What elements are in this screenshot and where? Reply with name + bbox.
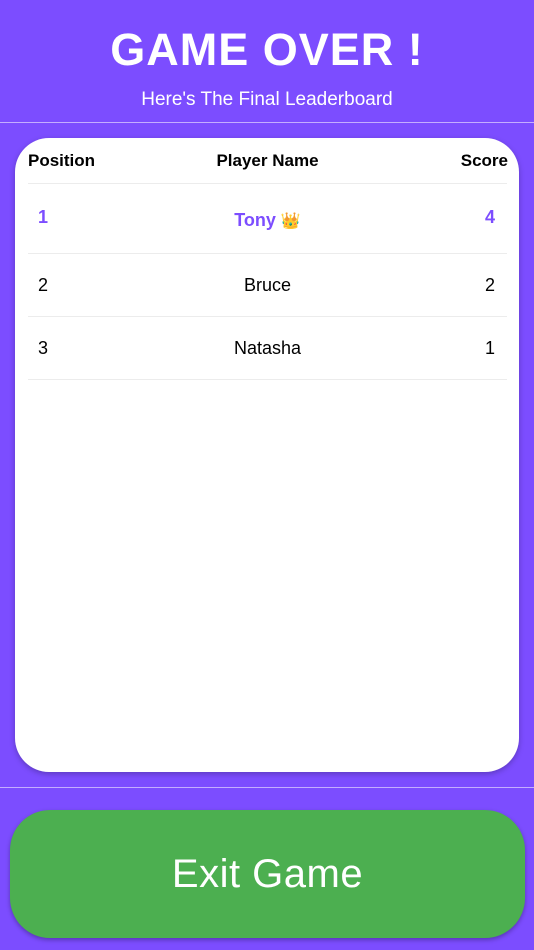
score-cell: 4: [484, 207, 495, 227]
leaderboard-card: Player Name Position Score Tony 👑 1 4 Br…: [15, 138, 519, 772]
leaderboard-row-winner: Tony 👑 1 4: [28, 184, 507, 254]
crown-icon: 👑: [280, 213, 301, 230]
position-cell: 3: [38, 338, 49, 358]
header-divider: [0, 122, 534, 123]
page-title: GAME OVER !: [110, 24, 424, 75]
player-name-cell: Natasha: [233, 338, 302, 358]
score-cell: 2: [484, 275, 495, 295]
position-cell: 2: [38, 275, 49, 295]
leaderboard-row: Bruce 2 2: [28, 254, 507, 317]
leaderboard-header-row: Player Name Position Score: [28, 138, 508, 184]
column-header-player-name: Player Name: [216, 151, 319, 170]
column-header-score: Score: [460, 151, 508, 170]
exit-game-button[interactable]: Exit Game: [10, 810, 525, 938]
score-cell: 1: [484, 338, 495, 358]
column-header-position: Position: [28, 151, 96, 170]
player-name-cell: Bruce: [243, 275, 292, 295]
footer-divider: [0, 787, 534, 788]
leaderboard-row: Natasha 3 1: [28, 317, 507, 380]
position-cell: 1: [38, 207, 49, 227]
player-name-cell: Tony 👑: [234, 210, 301, 230]
page-subtitle: Here's The Final Leaderboard: [141, 89, 393, 110]
